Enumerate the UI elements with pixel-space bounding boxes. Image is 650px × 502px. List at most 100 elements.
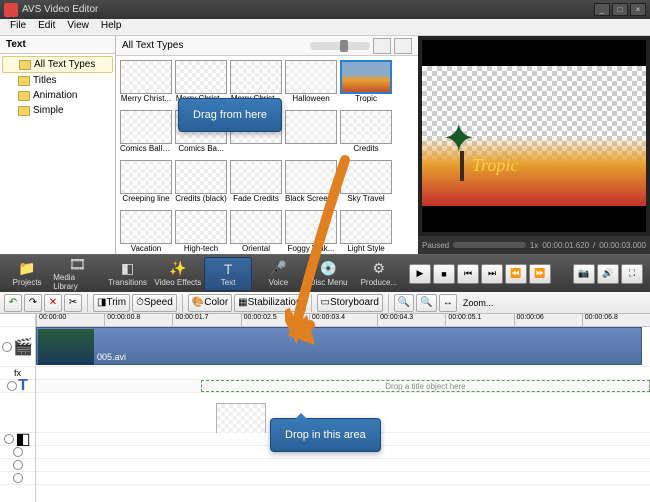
visibility-toggle-icon[interactable] <box>4 434 14 444</box>
play-button-0[interactable]: ▶ <box>409 264 431 284</box>
toolbar-projects[interactable]: 📁Projects <box>3 257 51 291</box>
title-thumbnail[interactable]: Foggy Wak... <box>285 210 337 254</box>
timeline-split[interactable]: ✂ <box>64 294 82 312</box>
title-thumbnail[interactable]: Halloween <box>285 60 337 107</box>
audio-track-3[interactable] <box>36 472 650 485</box>
maximize-button[interactable]: □ <box>612 3 628 16</box>
ruler-tick: 00:00:03.4 <box>309 314 377 326</box>
toolbar-icon: 💿 <box>320 261 338 277</box>
menu-help[interactable]: Help <box>95 19 128 35</box>
stabilization-button[interactable]: ▦ Stabilization <box>234 294 305 312</box>
text-track-icon: T <box>18 377 28 395</box>
title-thumbnail[interactable]: Oriental <box>230 210 282 254</box>
category-label: All Text Types <box>34 59 95 70</box>
preview-panel: Tropic Paused 1x 00:00:01.620 / 00:00:03… <box>418 36 650 254</box>
title-track[interactable]: Drop a title object here <box>36 380 650 393</box>
preview-time-current: 00:00:01.620 <box>542 241 589 250</box>
category-item[interactable]: Simple <box>2 103 113 118</box>
view-mode-list[interactable] <box>394 38 412 54</box>
play-button-2[interactable]: ⏮ <box>457 264 479 284</box>
timeline-redo[interactable]: ↷ <box>24 294 42 312</box>
thumbnail-label: Tropic <box>340 94 392 103</box>
video-clip[interactable]: 005.avi <box>36 327 642 365</box>
visibility-toggle-icon[interactable] <box>13 447 23 457</box>
title-thumbnail[interactable]: Fade Credits <box>230 160 282 207</box>
thumbnail-label: Fade Credits <box>230 194 282 203</box>
category-label: Animation <box>33 90 77 101</box>
visibility-toggle-icon[interactable] <box>13 473 23 483</box>
toolbar-icon: ✨ <box>169 261 187 277</box>
trim-button[interactable]: ◨ Trim <box>93 294 130 312</box>
minimize-button[interactable]: _ <box>594 3 610 16</box>
effects-track[interactable] <box>36 367 650 380</box>
timeline-ruler[interactable]: 00:00:0000:00:00.800:00:01.700:00:02.500… <box>36 314 650 327</box>
ruler-tick: 00:00:04.3 <box>377 314 445 326</box>
menu-view[interactable]: View <box>61 19 95 35</box>
color-button[interactable]: 🎨 Color <box>188 294 232 312</box>
main-toolbar: 📁Projects🎞Media Library◧Transitions✨Vide… <box>0 254 650 292</box>
title-thumbnail[interactable]: Black Screen... <box>285 160 337 207</box>
toolbar-media-library[interactable]: 🎞Media Library <box>53 257 101 291</box>
overlay-track-icon: ◧ <box>15 429 30 449</box>
storyboard-button[interactable]: ▭ Storyboard <box>317 294 383 312</box>
ruler-tick: 00:00:00 <box>36 314 104 326</box>
close-button[interactable]: × <box>630 3 646 16</box>
toolbar-icon: T <box>219 261 237 277</box>
app-title: AVS Video Editor <box>22 4 98 15</box>
play-button-8[interactable]: 🔊 <box>597 264 619 284</box>
toolbar-video-effects[interactable]: ✨Video Effects <box>154 257 202 291</box>
toolbar-voice[interactable]: 🎤Voice <box>254 257 302 291</box>
toolbar-disc-menu[interactable]: 💿Disc Menu <box>304 257 352 291</box>
title-thumbnail[interactable]: Light Style <box>340 210 392 254</box>
video-track-icon: 🎬 <box>13 337 33 357</box>
title-thumbnail[interactable]: High-tech <box>175 210 227 254</box>
title-thumbnail[interactable]: Tropic <box>340 60 392 107</box>
category-item[interactable]: All Text Types <box>2 56 113 73</box>
tl-tool-2[interactable]: 🔍 <box>416 294 436 312</box>
view-mode-grid[interactable] <box>373 38 391 54</box>
timeline-delete[interactable]: ✕ <box>44 294 62 312</box>
toolbar-label: Voice <box>269 278 289 287</box>
ruler-tick: 00:00:05.1 <box>445 314 513 326</box>
timeline-undo[interactable]: ↶ <box>4 294 22 312</box>
visibility-toggle-icon[interactable] <box>2 342 12 352</box>
title-thumbnail[interactable] <box>285 110 337 157</box>
video-track[interactable]: 005.avi <box>36 327 650 367</box>
category-tree: All Text Types Titles Animation Simple <box>0 54 115 254</box>
play-button-3[interactable]: ⏭ <box>481 264 503 284</box>
toolbar-label: Projects <box>13 278 42 287</box>
tl-tool-3[interactable]: ↔ <box>439 294 457 312</box>
title-thumbnail[interactable]: Vacation <box>120 210 172 254</box>
title-thumbnail[interactable]: Merry Christ... <box>120 60 172 107</box>
toolbar-text[interactable]: TText <box>204 257 252 291</box>
category-item[interactable]: Animation <box>2 88 113 103</box>
audio-track-2[interactable] <box>36 459 650 472</box>
menu-file[interactable]: File <box>4 19 32 35</box>
speed-button[interactable]: ⏱ Speed <box>132 294 177 312</box>
clip-label: 005.avi <box>97 352 126 362</box>
toolbar-produce-[interactable]: ⚙Produce... <box>355 257 403 291</box>
play-button-1[interactable]: ■ <box>433 264 455 284</box>
category-item[interactable]: Titles <box>2 73 113 88</box>
tl-tool-1[interactable]: 🔍 <box>394 294 414 312</box>
play-button-4[interactable]: ⏪ <box>505 264 527 284</box>
preview-seek[interactable] <box>453 242 526 248</box>
ruler-tick: 00:00:02.5 <box>241 314 309 326</box>
title-thumbnail[interactable]: Comics Ballo... <box>120 110 172 157</box>
play-button-7[interactable]: 📷 <box>573 264 595 284</box>
title-thumbnail[interactable]: Creeping line <box>120 160 172 207</box>
toolbar-label: Video Effects <box>154 278 201 287</box>
title-dropzone[interactable]: Drop a title object here <box>201 380 650 392</box>
title-thumbnail[interactable]: Credits (black) <box>175 160 227 207</box>
toolbar-transitions[interactable]: ◧Transitions <box>103 257 151 291</box>
track-gutter: 🎬 fx T ◧ <box>0 314 36 502</box>
thumb-zoom-slider[interactable] <box>310 42 370 50</box>
title-thumbnail[interactable]: Credits <box>340 110 392 157</box>
visibility-toggle-icon[interactable] <box>7 381 17 391</box>
menu-edit[interactable]: Edit <box>32 19 61 35</box>
play-button-5[interactable]: ⏩ <box>529 264 551 284</box>
play-button-9[interactable]: ⛶ <box>621 264 643 284</box>
title-thumbnail[interactable]: Sky Travel <box>340 160 392 207</box>
toolbar-label: Disc Menu <box>310 278 348 287</box>
visibility-toggle-icon[interactable] <box>13 460 23 470</box>
